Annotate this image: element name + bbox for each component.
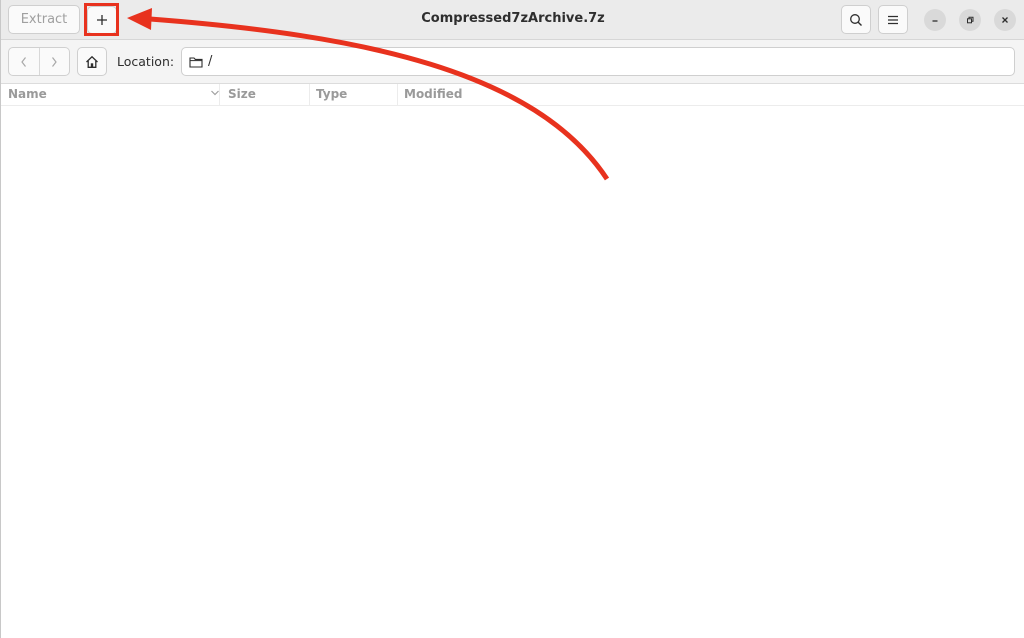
- minimize-button[interactable]: [924, 9, 946, 31]
- search-icon: [850, 13, 862, 26]
- location-path: /: [208, 54, 213, 69]
- file-list-area[interactable]: [1, 106, 1024, 638]
- back-button[interactable]: [9, 48, 40, 75]
- forward-button[interactable]: [40, 48, 70, 75]
- column-name-label: Name: [8, 87, 47, 101]
- column-type-label: Type: [316, 87, 348, 101]
- location-field[interactable]: /: [181, 47, 1015, 76]
- column-size-header[interactable]: Size: [228, 84, 310, 105]
- location-label: Location:: [117, 54, 175, 69]
- column-header-row: Name Size Type Modified: [1, 84, 1024, 106]
- column-modified-label: Modified: [404, 87, 463, 101]
- main-menu-button[interactable]: [878, 5, 908, 34]
- close-icon: [1002, 17, 1008, 23]
- hamburger-menu-icon: [888, 15, 898, 24]
- restore-icon: [967, 16, 974, 24]
- home-icon: [86, 55, 98, 68]
- home-button[interactable]: [77, 47, 107, 76]
- column-type-header[interactable]: Type: [316, 84, 398, 105]
- column-name-header[interactable]: Name: [8, 84, 220, 105]
- archive-manager-window: Extract Compressed7zArchive.7z Location:…: [0, 0, 1024, 638]
- column-size-label: Size: [228, 87, 256, 101]
- column-modified-header[interactable]: Modified: [404, 84, 524, 105]
- minimize-icon: [932, 20, 938, 22]
- header-bar: Extract Compressed7zArchive.7z: [1, 0, 1024, 40]
- annotation-highlight-box: [84, 3, 119, 36]
- close-button[interactable]: [994, 9, 1016, 31]
- folder-icon: [189, 56, 203, 68]
- restore-button[interactable]: [959, 9, 981, 31]
- sort-descending-icon: [211, 90, 219, 96]
- chevron-left-icon: [20, 56, 26, 67]
- chevron-right-icon: [52, 56, 58, 67]
- navigation-buttons: [8, 47, 70, 76]
- search-button[interactable]: [841, 5, 871, 34]
